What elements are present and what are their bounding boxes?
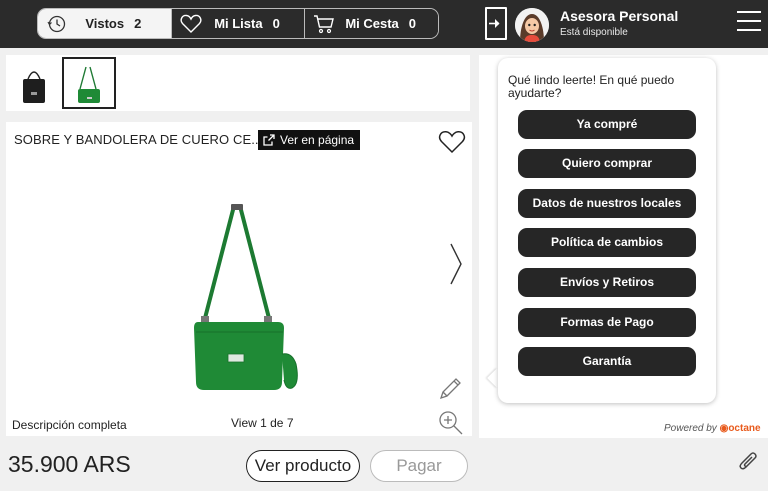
quick-reply-envios[interactable]: Envíos y Retiros: [518, 268, 696, 297]
green-bag-image: [194, 204, 298, 390]
external-link-icon: [263, 134, 275, 146]
pay-button[interactable]: Pagar: [370, 450, 468, 482]
cart-icon: [314, 15, 335, 34]
favorite-button[interactable]: [438, 130, 466, 159]
image-view-counter: View 1 de 7: [231, 416, 294, 430]
product-title: SOBRE Y BANDOLERA DE CUERO CE...: [14, 132, 263, 147]
tab-label: Vistos: [85, 16, 125, 31]
tab-mi-cesta[interactable]: Mi Cesta 0: [304, 9, 438, 38]
tab-vistos[interactable]: Vistos 2: [38, 9, 171, 38]
thumbnail-strip: [6, 55, 470, 111]
avatar: [515, 8, 549, 42]
tab-count: 0: [408, 16, 417, 31]
quick-reply-locales[interactable]: Datos de nuestros locales: [518, 189, 696, 218]
pencil-icon: [439, 378, 461, 400]
edit-button[interactable]: [438, 377, 462, 406]
chevron-right-icon: [450, 243, 462, 285]
hamburger-menu-icon[interactable]: [737, 11, 761, 31]
quick-reply-garantia[interactable]: Garantía: [518, 347, 696, 376]
tab-count: 2: [134, 16, 142, 31]
view-on-page-button[interactable]: Ver en página: [258, 130, 361, 150]
exit-button[interactable]: [485, 7, 507, 40]
tab-mi-lista[interactable]: Mi Lista 0: [170, 9, 305, 38]
product-price: 35.900 ARS: [8, 451, 131, 477]
quick-reply-quiero-comprar[interactable]: Quiero comprar: [518, 149, 696, 178]
clock-history-icon: [47, 15, 66, 33]
header-tabs: Vistos 2 Mi Lista 0 Mi Cesta 0: [37, 8, 439, 39]
heart-icon: [438, 131, 466, 154]
tab-label: Mi Lista: [214, 16, 263, 31]
agent-name: Asesora Personal: [560, 8, 679, 24]
quick-reply-cambios[interactable]: Política de cambios: [518, 228, 696, 257]
paperclip-icon: [739, 452, 757, 470]
zoom-in-icon: [439, 411, 463, 435]
powered-by: Powered by ◉octane: [664, 423, 761, 434]
heart-icon: [180, 14, 202, 33]
agent-status: Está disponible: [560, 27, 628, 38]
next-image-button[interactable]: [448, 242, 464, 291]
product-card: SOBRE Y BANDOLERA DE CUERO CE... Ver en …: [6, 122, 472, 436]
zoom-button[interactable]: [438, 410, 464, 441]
full-description-link[interactable]: Descripción completa: [12, 418, 127, 432]
powered-by-label: Powered by: [664, 423, 717, 434]
quick-reply-ya-compre[interactable]: Ya compré: [518, 110, 696, 139]
agent-avatar-icon: [515, 8, 549, 42]
chat-greeting: Qué lindo leerte! En qué puedo ayudarte?: [508, 73, 675, 100]
thumbnail-green-bag[interactable]: [62, 57, 116, 109]
quick-reply-formas-pago[interactable]: Formas de Pago: [518, 308, 696, 337]
thumbnail-black-bag[interactable]: [8, 57, 62, 109]
bag-thumbnail-icon: [23, 71, 45, 103]
bag-thumbnail-icon: [78, 66, 100, 103]
view-on-page-label: Ver en página: [280, 133, 355, 147]
product-image: [186, 204, 316, 399]
brand-name: octane: [728, 423, 761, 434]
attach-button[interactable]: [736, 450, 760, 479]
tab-count: 0: [272, 16, 280, 31]
tab-label: Mi Cesta: [345, 16, 399, 31]
octane-logo[interactable]: ◉octane: [720, 423, 761, 434]
view-product-button[interactable]: Ver producto: [246, 450, 360, 482]
top-bar: Vistos 2 Mi Lista 0 Mi Cesta 0 Asesora P…: [0, 0, 768, 48]
arrow-right-icon: [489, 19, 500, 28]
